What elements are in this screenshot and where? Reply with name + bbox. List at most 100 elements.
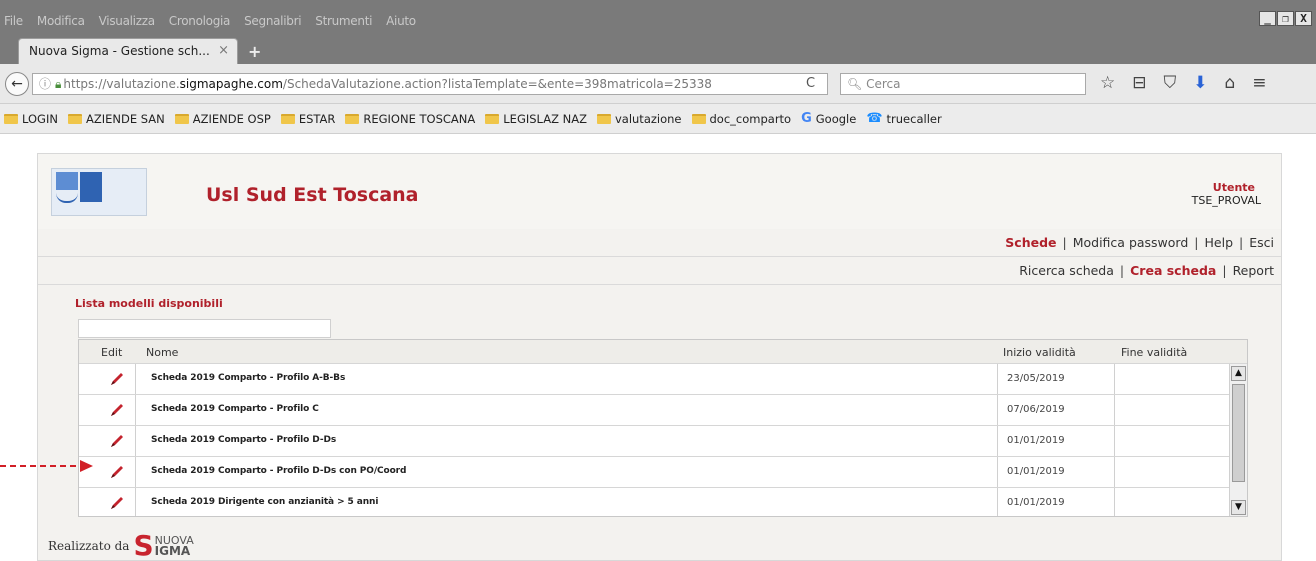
edit-pencil-icon[interactable] [109, 464, 125, 480]
filter-input[interactable] [78, 319, 331, 338]
top-navigation: Schede | Modifica password | Help | Esci [38, 229, 1281, 257]
menu-file[interactable]: File [4, 14, 23, 28]
minimize-button[interactable]: _ [1259, 11, 1276, 26]
bookmark-doc-comparto[interactable]: doc_comparto [691, 111, 792, 126]
sigma-s: S [133, 529, 154, 561]
hamburger-menu-icon[interactable]: ≡ [1252, 73, 1266, 93]
back-button[interactable]: ← [5, 72, 29, 96]
templates-grid: Edit Nome Inizio validità Fine validità … [78, 339, 1248, 517]
bookmark-label: LOGIN [22, 111, 58, 126]
browser-menubar: File Modifica Visualizza Cronologia Segn… [0, 0, 1316, 34]
pocket-icon[interactable]: ⛉ [1164, 73, 1177, 93]
menu-visualizza[interactable]: Visualizza [99, 14, 155, 28]
bookmark-login[interactable]: LOGIN [4, 112, 58, 126]
tab-title: Nuova Sigma - Gestione sch... [29, 44, 210, 58]
info-icon[interactable]: ⓘ [39, 77, 51, 91]
user-value: TSE_PROVAL [1191, 194, 1261, 207]
row-nome: Scheda 2019 Comparto - Profilo D-Ds con … [151, 466, 407, 476]
window-controls: _ ❐ X [1259, 11, 1312, 26]
lock-icon: 🔒︎ [55, 77, 62, 91]
edit-pencil-icon[interactable] [109, 433, 125, 449]
google-icon: G [801, 111, 812, 126]
edit-pencil-icon[interactable] [109, 402, 125, 418]
bookmark-valutazione[interactable]: valutazione [596, 111, 682, 126]
bookmark-label: doc_comparto [709, 111, 792, 126]
truecaller-icon: ☎︎ [866, 111, 883, 126]
close-window-button[interactable]: X [1295, 11, 1312, 26]
nav-modifica-password[interactable]: Modifica password [1073, 235, 1189, 250]
col-inizio-validita[interactable]: Inizio validità [1003, 346, 1076, 359]
new-tab-button[interactable]: + [248, 42, 261, 61]
col-fine-validita[interactable]: Fine validità [1121, 346, 1187, 359]
sigma-wordmark: NUOVA IGMA [155, 535, 194, 557]
table-row[interactable]: Scheda 2019 Comparto - Profilo C 07/06/2… [79, 395, 1229, 426]
nav-ricerca-scheda[interactable]: Ricerca scheda [1019, 263, 1114, 278]
menu-items: File Modifica Visualizza Cronologia Segn… [4, 14, 416, 28]
bookmark-google[interactable]: G Google [801, 111, 856, 126]
reload-icon[interactable]: C [806, 76, 815, 91]
bookmark-regione-toscana[interactable]: REGIONE TOSCANA [345, 112, 475, 126]
menu-cronologia[interactable]: Cronologia [169, 14, 231, 28]
row-nome: Scheda 2019 Comparto - Profilo D-Ds [151, 435, 337, 445]
scroll-up-icon[interactable]: ▲ [1231, 366, 1246, 381]
url-bar[interactable]: ⓘ 🔒︎ https://valutazione.sigmapaghe.com/Sc… [32, 73, 828, 95]
toolbar-icons: ☆ ⊟ ⛉ ⬇ ⌂ ≡ [1100, 73, 1267, 93]
tab-close-icon[interactable]: × [218, 43, 229, 58]
org-title: Usl Sud Est Toscana [206, 184, 419, 206]
sigma-bottom: IGMA [154, 544, 191, 558]
logo-wave [56, 193, 78, 203]
menu-segnalibri[interactable]: Segnalibri [244, 14, 301, 28]
edit-pencil-icon[interactable] [109, 371, 125, 387]
download-icon[interactable]: ⬇ [1193, 73, 1207, 93]
nav-help[interactable]: Help [1205, 235, 1234, 250]
menu-aiuto[interactable]: Aiuto [386, 14, 416, 28]
menu-modifica[interactable]: Modifica [37, 14, 85, 28]
table-row[interactable]: Scheda 2019 Comparto - Profilo D-Ds con … [79, 457, 1229, 488]
folder-icon [280, 113, 295, 124]
search-input[interactable]: 🔍︎ Cerca [840, 73, 1086, 95]
row-nome: Scheda 2019 Comparto - Profilo A-B-Bs [151, 373, 346, 383]
nav-crea-scheda[interactable]: Crea scheda [1130, 263, 1216, 278]
bookmark-aziende-osp[interactable]: AZIENDE OSP [174, 111, 271, 126]
folder-icon [485, 113, 500, 124]
bookmark-truecaller[interactable]: ☎︎ truecaller [866, 111, 941, 126]
row-inizio: 23/05/2019 [1007, 373, 1065, 384]
bookmark-legislaz-naz[interactable]: LEGISLAZ NAZ [485, 112, 587, 126]
scroll-thumb[interactable] [1232, 384, 1245, 482]
scroll-down-icon[interactable]: ▼ [1231, 500, 1246, 515]
nav-report[interactable]: Report [1233, 263, 1274, 278]
sub-navigation: Ricerca scheda | Crea scheda | Report [38, 257, 1281, 285]
url-prefix: https://valutazione. [63, 77, 180, 91]
bookmark-label: valutazione [614, 111, 682, 126]
table-row[interactable]: Scheda 2019 Dirigente con anzianità > 5 … [79, 488, 1229, 516]
row-inizio: 01/01/2019 [1007, 466, 1065, 477]
edit-pencil-icon[interactable] [109, 495, 125, 511]
table-row[interactable]: Scheda 2019 Comparto - Profilo D-Ds 01/0… [79, 426, 1229, 457]
logo-block-dark [80, 172, 102, 202]
home-icon[interactable]: ⌂ [1225, 73, 1236, 93]
table-row[interactable]: Scheda 2019 Comparto - Profilo A-B-Bs 23… [79, 364, 1229, 395]
bookmark-aziende-san[interactable]: AZIENDE SAN [67, 112, 165, 126]
nav-esci[interactable]: Esci [1249, 235, 1274, 250]
row-inizio: 01/01/2019 [1007, 435, 1065, 446]
browser-tab[interactable]: Nuova Sigma - Gestione sch... × [18, 38, 238, 64]
nav-separator: | [1239, 235, 1244, 250]
url-host: sigmapaghe.com [179, 77, 283, 91]
nav-separator: | [1062, 235, 1067, 250]
web-page: Usl Sud Est Toscana Utente TSE_PROVAL Sc… [37, 153, 1282, 561]
nuova-sigma-logo[interactable]: S NUOVA IGMA [133, 529, 194, 561]
bookmark-label: Google [815, 111, 857, 126]
bookmark-estar[interactable]: ESTAR [280, 112, 335, 126]
nav-schede[interactable]: Schede [1005, 235, 1056, 250]
col-edit[interactable]: Edit [101, 346, 122, 359]
reading-list-icon[interactable]: ⊟ [1132, 73, 1146, 93]
menu-strumenti[interactable]: Strumenti [315, 14, 372, 28]
folder-icon [691, 113, 706, 124]
bookmark-label: AZIENDE OSP [192, 111, 271, 126]
col-nome[interactable]: Nome [146, 346, 178, 359]
restore-button[interactable]: ❐ [1277, 11, 1294, 26]
nav-separator: | [1119, 263, 1125, 278]
bookmark-star-icon[interactable]: ☆ [1100, 73, 1115, 93]
vertical-scrollbar[interactable]: ▲ ▼ [1229, 364, 1247, 516]
bookmark-label: truecaller [886, 111, 942, 126]
